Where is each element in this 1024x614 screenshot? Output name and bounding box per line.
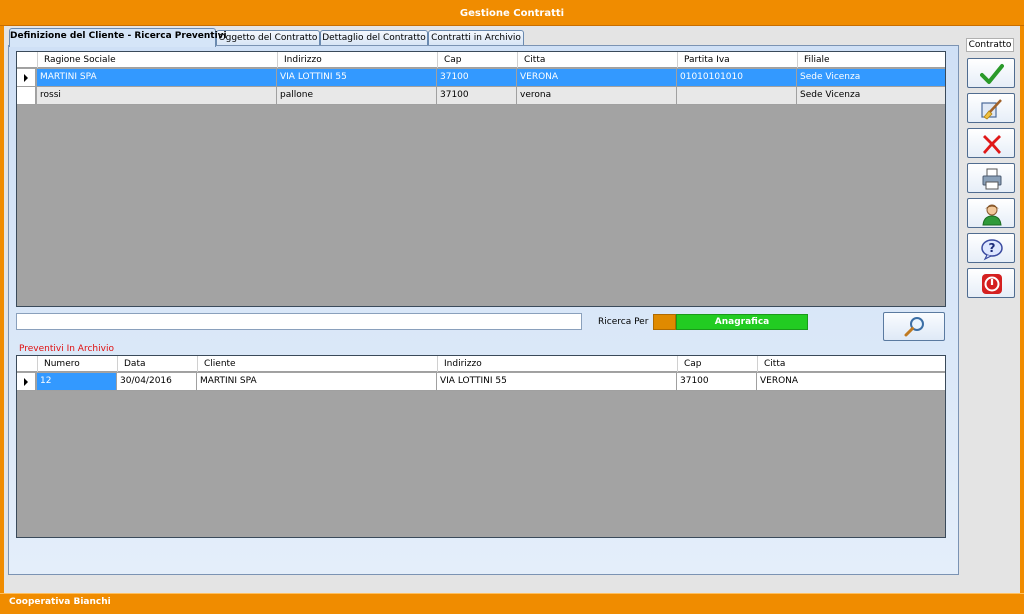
svg-text:?: ? [989, 241, 996, 255]
col-filiale[interactable]: Filiale [797, 52, 945, 68]
current-row-arrow-icon [24, 378, 28, 386]
preventivi-section-label: Preventivi In Archivio [19, 344, 114, 354]
cell-indirizzo[interactable]: VIA LOTTINI 55 [437, 373, 677, 391]
confirm-check-icon [980, 64, 1004, 84]
cell-numero[interactable]: 12 [37, 373, 117, 391]
cell-cap[interactable]: 37100 [437, 87, 517, 105]
toolbar-title: Contratto [966, 38, 1014, 52]
col-citta[interactable]: Citta [757, 356, 945, 372]
cell-cap[interactable]: 37100 [677, 373, 757, 391]
col-cap[interactable]: Cap [437, 52, 517, 68]
cell-citta[interactable]: VERONA [757, 373, 945, 391]
tab-dettaglio-contratto[interactable]: Dettaglio del Contratto [320, 30, 428, 46]
col-cliente[interactable]: Cliente [197, 356, 437, 372]
col-cap[interactable]: Cap [677, 356, 757, 372]
cell-ragione-sociale[interactable]: rossi [37, 87, 277, 105]
cell-filiale[interactable]: Sede Vicenza [797, 87, 945, 105]
delete-x-icon [983, 135, 1001, 154]
cell-citta[interactable]: verona [517, 87, 677, 105]
row-selector[interactable] [17, 373, 36, 391]
clean-button[interactable] [967, 93, 1015, 123]
title-bar: Gestione Contratti [0, 0, 1024, 26]
status-bar: Cooperativa Bianchi [0, 593, 1024, 614]
col-citta[interactable]: Citta [517, 52, 677, 68]
col-data[interactable]: Data [117, 356, 197, 372]
confirm-button[interactable] [967, 58, 1015, 88]
exit-power-icon [982, 274, 1002, 294]
col-indirizzo[interactable]: Indirizzo [277, 52, 437, 68]
row-selector[interactable] [17, 69, 36, 87]
preventivi-grid[interactable]: Numero Data Cliente Indirizzo Cap Citta … [16, 355, 946, 538]
cell-indirizzo[interactable]: VIA LOTTINI 55 [277, 69, 437, 87]
cell-cliente[interactable]: MARTINI SPA [197, 373, 437, 391]
cell-data[interactable]: 30/04/2016 [117, 373, 197, 391]
cell-ragione-sociale[interactable]: MARTINI SPA [37, 69, 277, 87]
tab-oggetto-contratto[interactable]: Oggetto del Contratto [216, 30, 320, 46]
print-icon [982, 168, 1002, 190]
help-icon: ? [981, 239, 1003, 261]
table-row[interactable]: 12 30/04/2016 MARTINI SPA VIA LOTTINI 55… [17, 373, 945, 391]
cell-citta[interactable]: VERONA [517, 69, 677, 87]
print-button[interactable] [967, 163, 1015, 193]
clients-grid-header: Ragione Sociale Indirizzo Cap Citta Part… [17, 52, 945, 68]
preventivi-grid-header: Numero Data Cliente Indirizzo Cap Citta [17, 356, 945, 372]
clean-brush-icon [981, 99, 1002, 120]
window-title: Gestione Contratti [459, 8, 565, 19]
cell-indirizzo[interactable]: pallone [277, 87, 437, 105]
delete-button[interactable] [967, 128, 1015, 158]
table-row[interactable]: MARTINI SPA VIA LOTTINI 55 37100 VERONA … [17, 69, 945, 87]
cell-partita-iva[interactable] [677, 87, 797, 105]
company-name: Cooperativa Bianchi [9, 597, 111, 607]
cell-partita-iva[interactable]: 01010101010 [677, 69, 797, 87]
col-partita-iva[interactable]: Partita Iva [677, 52, 797, 68]
search-mode-button[interactable]: Anagrafica [676, 314, 808, 330]
search-mode-indicator[interactable] [653, 314, 676, 330]
magnifier-icon [904, 317, 924, 337]
table-row[interactable]: rossi pallone 37100 verona Sede Vicenza [17, 87, 945, 105]
col-indirizzo[interactable]: Indirizzo [437, 356, 677, 372]
clients-grid[interactable]: Ragione Sociale Indirizzo Cap Citta Part… [16, 51, 946, 307]
row-selector[interactable] [17, 87, 36, 105]
user-button[interactable] [967, 198, 1015, 228]
help-button[interactable]: ? [967, 233, 1015, 263]
user-icon [982, 204, 1002, 226]
cell-cap[interactable]: 37100 [437, 69, 517, 87]
search-input[interactable] [16, 313, 582, 330]
search-button[interactable] [883, 312, 945, 341]
tab-definizione-cliente[interactable]: Definizione del Cliente - Ricerca Preven… [9, 28, 227, 47]
exit-button[interactable] [967, 268, 1015, 298]
current-row-arrow-icon [24, 74, 28, 82]
col-numero[interactable]: Numero [37, 356, 117, 372]
col-ragione-sociale[interactable]: Ragione Sociale [37, 52, 277, 68]
ricerca-per-label: Ricerca Per [598, 317, 649, 327]
cell-filiale[interactable]: Sede Vicenza [797, 69, 945, 87]
tab-contratti-archivio[interactable]: Contratti in Archivio [428, 30, 524, 46]
